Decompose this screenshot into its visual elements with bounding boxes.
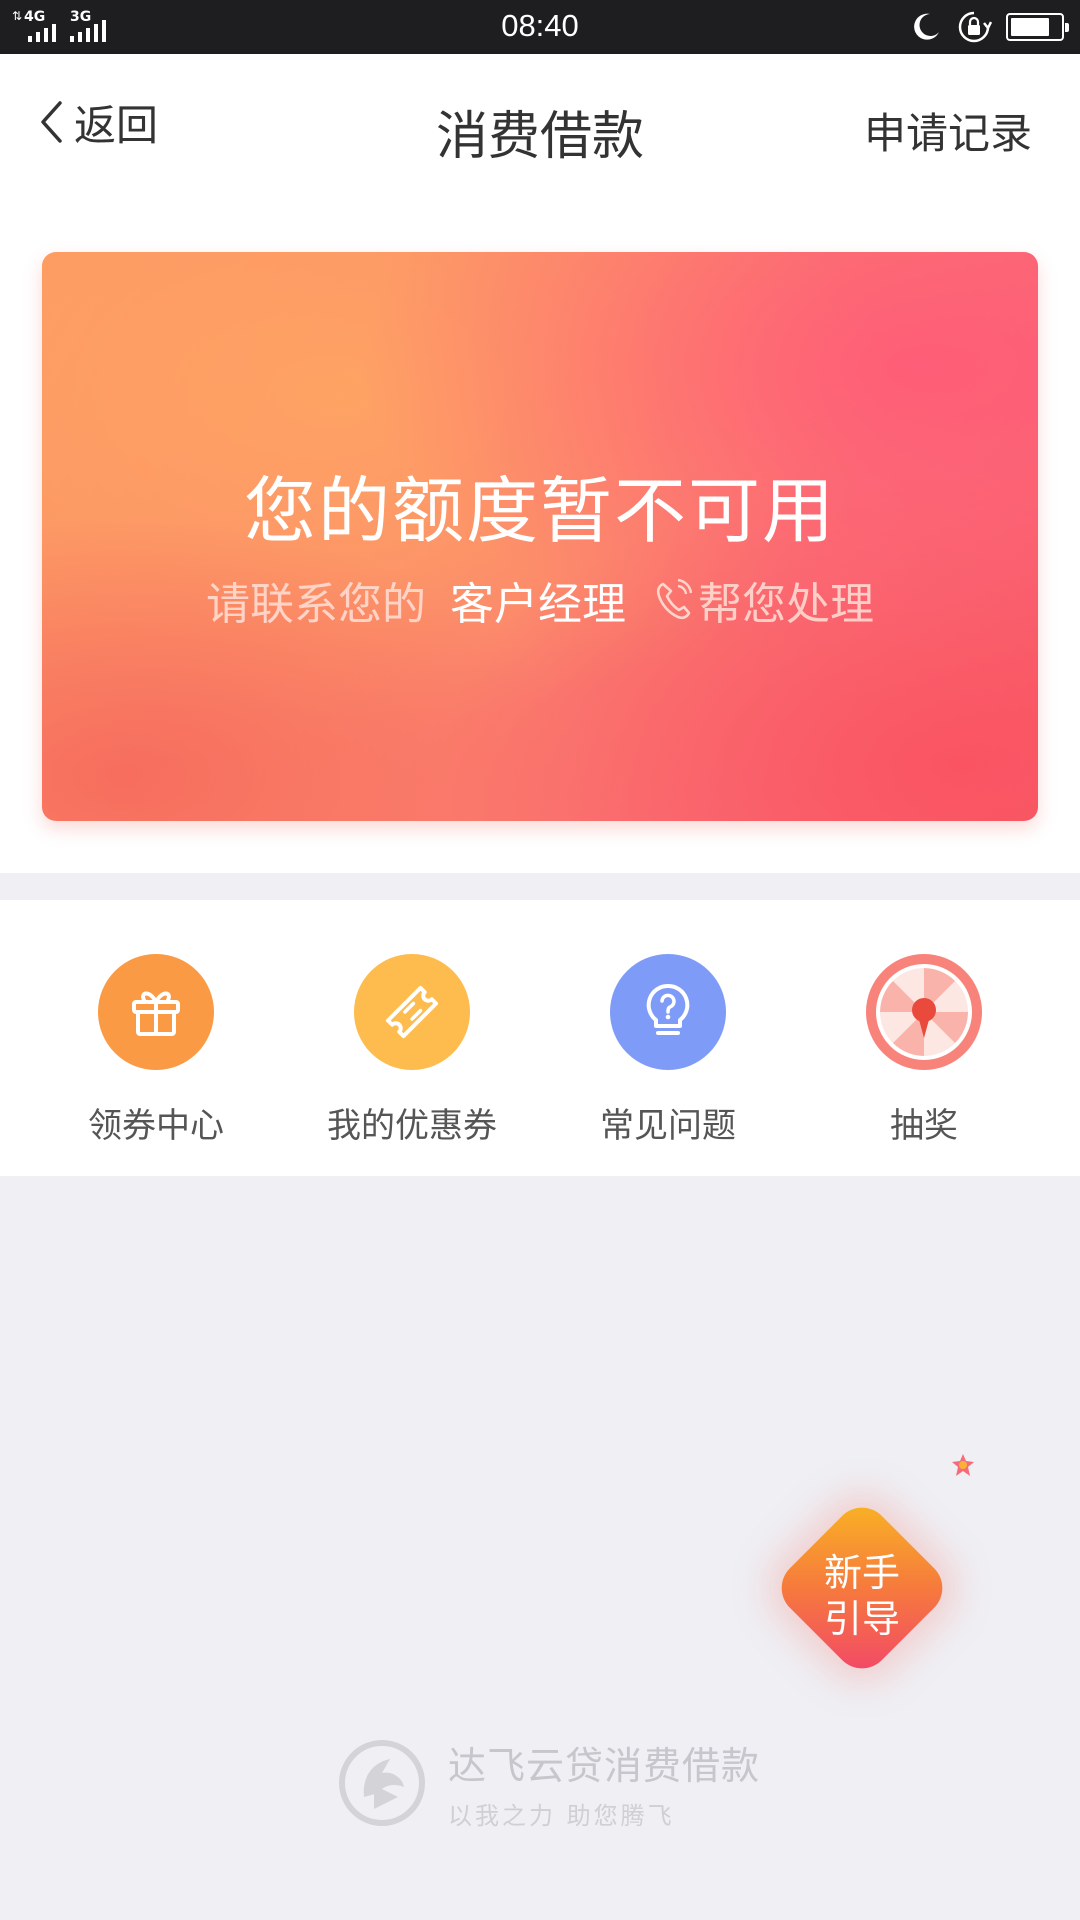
page: ⇅ 4G 3G 08:40 返回 消费借款 申请记录 您的额度暂不可用 请联系您… bbox=[0, 0, 1080, 1920]
new-user-guide-label[interactable]: 新手 引导 bbox=[797, 1550, 927, 1642]
feature-label: 我的优惠券 bbox=[327, 1106, 497, 1146]
contact-suffix: 帮您处理 bbox=[698, 579, 874, 630]
battery-icon bbox=[1006, 13, 1069, 41]
feature-label: 抽奖 bbox=[890, 1106, 958, 1146]
guide-line-2: 引导 bbox=[823, 1597, 900, 1641]
application-records-link[interactable]: 申请记录 bbox=[864, 100, 1032, 161]
feature-label: 常见问题 bbox=[600, 1106, 736, 1146]
credit-unavailable-title: 您的额度暂不可用 bbox=[243, 469, 836, 553]
gift-icon bbox=[98, 954, 214, 1070]
nav-bar: 返回 消费借款 申请记录 bbox=[0, 54, 1080, 190]
guide-line-1: 新手 bbox=[823, 1551, 900, 1595]
contact-manager-text: 请联系您的 客户经理 帮您处理 bbox=[42, 568, 1038, 632]
status-bar: ⇅ 4G 3G 08:40 bbox=[0, 0, 1080, 54]
faq-button[interactable]: 常见问题 bbox=[558, 954, 778, 1147]
credit-status-card: 您的额度暂不可用 请联系您的 客户经理 帮您处理 bbox=[42, 252, 1038, 821]
lottery-wheel-icon bbox=[866, 954, 982, 1070]
question-bulb-icon bbox=[610, 954, 726, 1070]
brand-text: 达飞云贷消费借款 以我之力 助您腾飞 bbox=[448, 1735, 760, 1831]
status-icons bbox=[910, 9, 1069, 45]
account-manager-link[interactable]: 客户经理 bbox=[450, 568, 626, 632]
ticket-icon bbox=[354, 954, 470, 1070]
sparkle-icon bbox=[952, 1454, 974, 1476]
moon-icon bbox=[914, 13, 939, 40]
brand-name: 达飞云贷消费借款 bbox=[448, 1744, 761, 1788]
lottery-button[interactable]: 抽奖 bbox=[814, 954, 1034, 1147]
brand-logo-icon bbox=[339, 1740, 425, 1826]
rotation-lock-icon bbox=[958, 11, 992, 43]
contact-prefix: 请联系您的 bbox=[206, 579, 426, 630]
credit-status-section: 您的额度暂不可用 请联系您的 客户经理 帮您处理 bbox=[0, 190, 1080, 873]
battery-level bbox=[1011, 18, 1050, 36]
brand-footer: 达飞云贷消费借款 以我之力 助您腾飞 bbox=[338, 1735, 760, 1831]
brand-slogan: 以我之力 助您腾飞 bbox=[448, 1802, 675, 1830]
coupon-center-button[interactable]: 领券中心 bbox=[46, 954, 266, 1147]
feature-label: 领券中心 bbox=[88, 1106, 224, 1146]
my-coupons-button[interactable]: 我的优惠券 bbox=[302, 954, 522, 1147]
phone-icon[interactable] bbox=[654, 578, 692, 622]
feature-shortcuts: 领券中心 我的优惠券 常见问题 抽奖 bbox=[0, 900, 1080, 1176]
